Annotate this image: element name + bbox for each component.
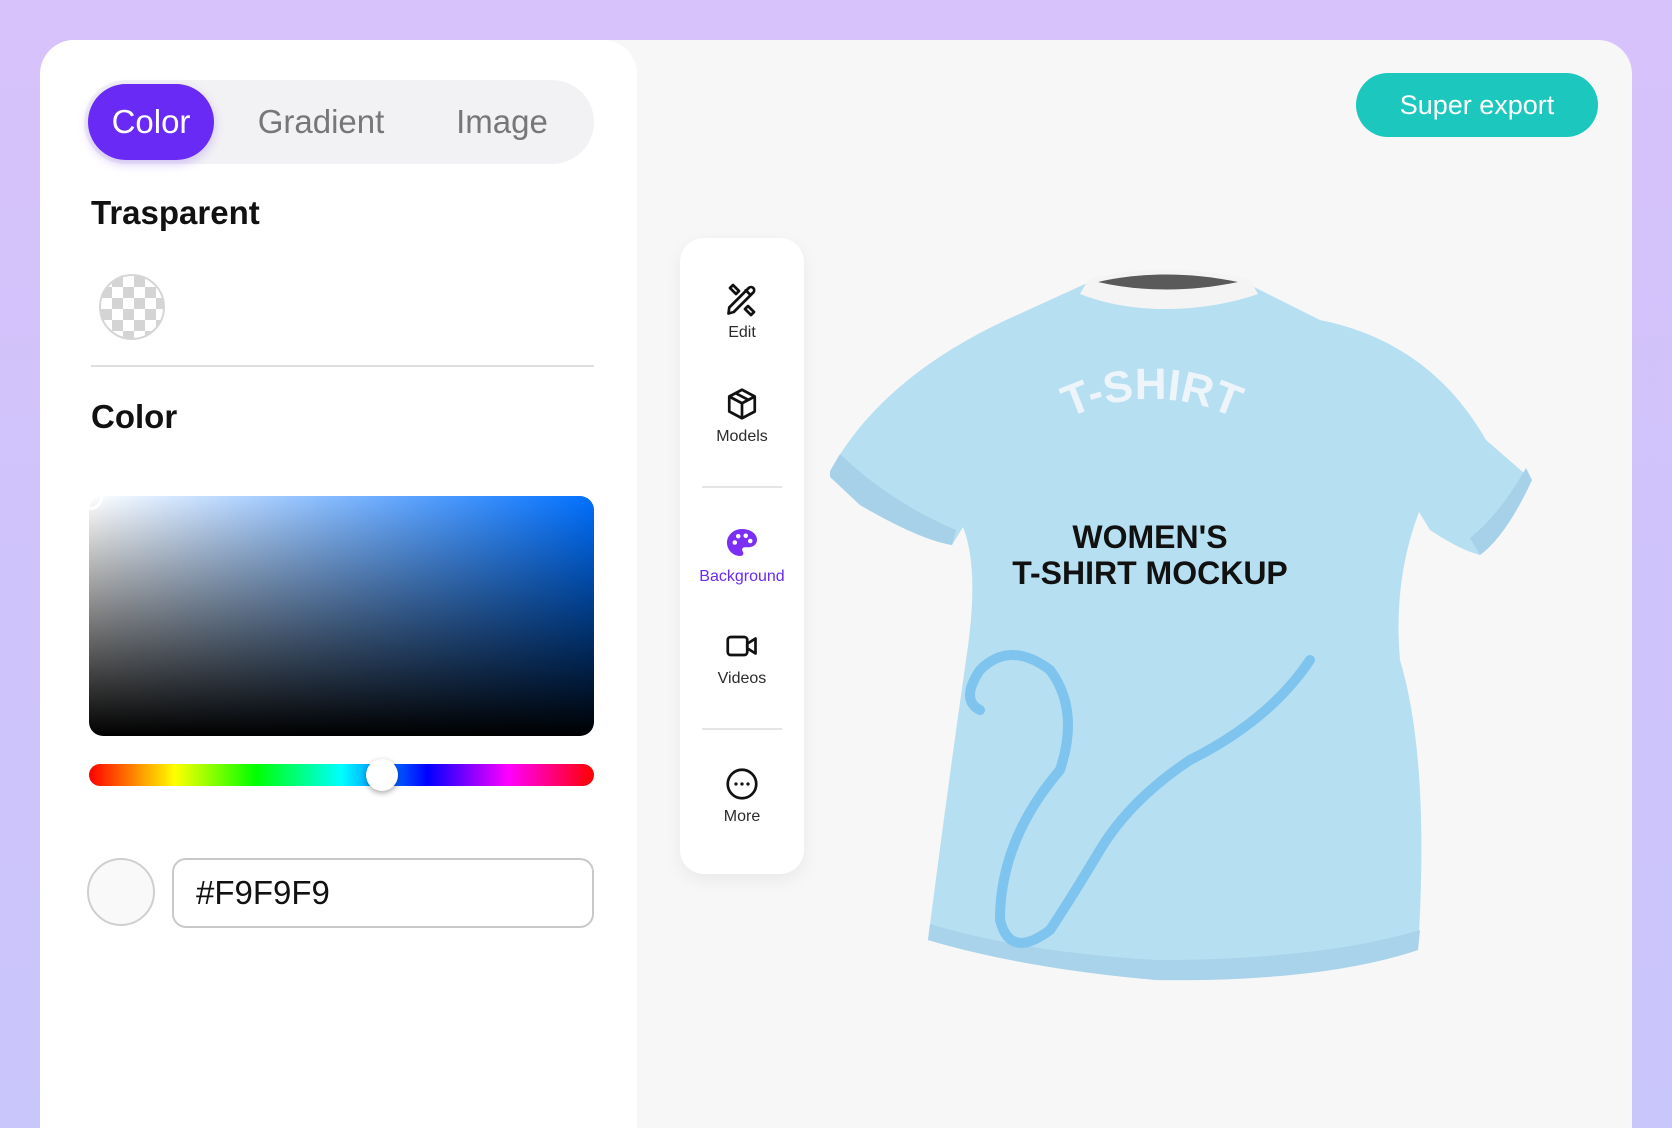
background-settings-panel: Color Gradient Image Trasparent Color	[40, 40, 637, 1128]
tool-more-label: More	[723, 808, 761, 825]
section-divider	[91, 365, 594, 367]
tshirt-body	[830, 284, 1532, 981]
app-window: Color Gradient Image Trasparent Color Ed…	[40, 40, 1632, 1128]
saturation-value-picker[interactable]	[77, 484, 594, 736]
mockup-line-1: WOMEN'S	[1072, 519, 1227, 555]
background-type-tabs: Color Gradient Image	[84, 80, 594, 164]
hex-color-input[interactable]	[172, 858, 594, 928]
cube-icon	[727, 388, 757, 420]
tool-videos[interactable]: Videos	[680, 628, 804, 688]
super-export-button[interactable]: Super export	[1356, 73, 1598, 137]
tool-background-label: Background	[699, 568, 785, 585]
video-camera-icon	[726, 635, 757, 657]
transparent-swatch[interactable]	[99, 274, 165, 340]
tab-color[interactable]: Color	[88, 84, 214, 160]
tab-image[interactable]: Image	[418, 84, 586, 160]
tool-sidebar: Edit Models Background Videos More	[680, 238, 804, 874]
palette-icon	[727, 529, 757, 556]
picker-handle[interactable]	[77, 484, 103, 510]
tool-videos-label: Videos	[717, 670, 767, 687]
tab-gradient[interactable]: Gradient	[234, 84, 408, 160]
mockup-line-2: T-SHIRT MOCKUP	[1012, 555, 1288, 591]
tshirt-mockup: T-SHIRT WOMEN'S T-SHIRT MOCKUP	[830, 269, 1532, 981]
toolbar-divider	[702, 728, 782, 730]
hue-slider[interactable]	[89, 759, 594, 791]
edit-tools-icon	[727, 283, 756, 317]
toolbar-divider	[702, 486, 782, 488]
tool-more[interactable]: More	[680, 766, 804, 826]
hue-slider-handle[interactable]	[365, 759, 398, 791]
tool-models[interactable]: Models	[680, 386, 804, 446]
tool-background[interactable]: Background	[680, 526, 804, 586]
more-dots-icon	[726, 768, 758, 800]
tool-edit[interactable]: Edit	[680, 282, 804, 342]
transparent-heading: Trasparent	[91, 194, 260, 231]
color-heading: Color	[91, 398, 178, 435]
color-preview-swatch	[87, 858, 155, 926]
tool-edit-label: Edit	[728, 324, 756, 341]
tool-models-label: Models	[716, 428, 768, 445]
